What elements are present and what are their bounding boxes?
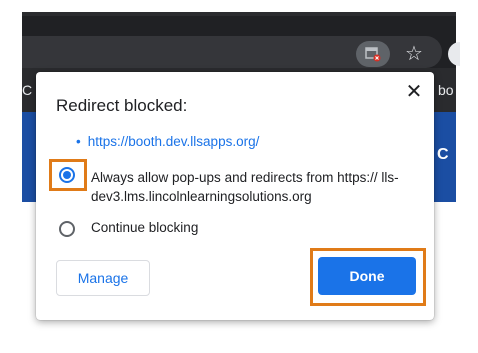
popup-blocked-glyph [365, 47, 381, 62]
tab-strip [22, 12, 456, 16]
close-icon[interactable]: ✕ [402, 80, 426, 104]
option-continue-blocking-label: Continue blocking [91, 220, 199, 235]
dialog-title: Redirect blocked: [56, 96, 188, 115]
manage-button[interactable]: Manage [56, 260, 150, 296]
star-icon[interactable]: ☆ [402, 42, 426, 66]
popup-blocked-icon[interactable] [356, 41, 390, 67]
option-always-allow[interactable]: Always allow pop-ups and redirects from … [49, 159, 424, 210]
redirect-blocked-dialog: Redirect blocked: ✕ • https://booth.dev.l… [36, 72, 434, 320]
option-always-allow-label: Always allow pop-ups and redirects from … [91, 170, 399, 204]
blocked-url-link[interactable]: • https://booth.dev.llsapps.org/ [76, 134, 259, 149]
blocked-url-text[interactable]: https://booth.dev.llsapps.org/ [88, 134, 260, 149]
radio-continue-blocking[interactable] [59, 221, 75, 237]
bookmark-right-fragment[interactable]: bo [438, 82, 454, 98]
radio-always-allow[interactable] [59, 167, 75, 183]
bookmark-left-fragment[interactable]: C [22, 82, 32, 98]
banner-text-fragment: C [437, 146, 449, 163]
bullet-icon: • [76, 134, 81, 149]
done-button[interactable]: Done [318, 257, 416, 295]
option-continue-blocking[interactable]: Continue blocking [54, 216, 424, 242]
